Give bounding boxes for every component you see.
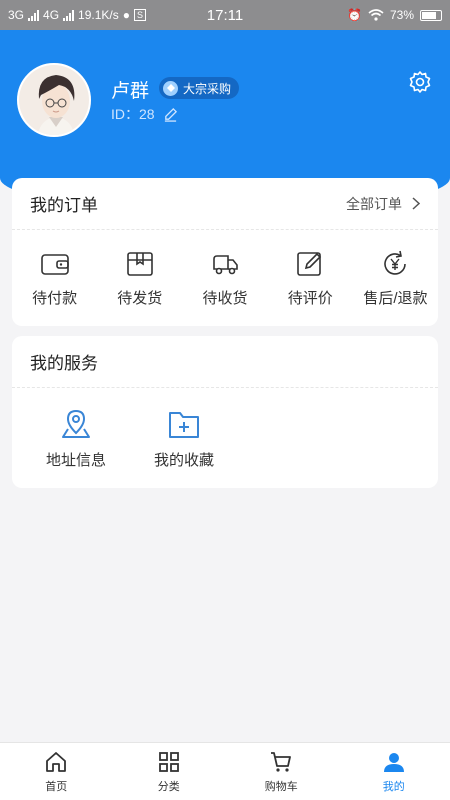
- folder-plus-icon: [169, 411, 199, 438]
- order-pending-shipment[interactable]: 待发货: [97, 249, 182, 308]
- tab-home[interactable]: 首页: [0, 743, 113, 800]
- orders-header: 我的订单 全部订单: [12, 178, 438, 230]
- order-refund[interactable]: 售后/退款: [353, 249, 438, 308]
- tab-category[interactable]: 分类: [113, 743, 226, 800]
- wifi-icon: [368, 9, 384, 21]
- refund-icon: [384, 250, 407, 275]
- order-pending-review[interactable]: 待评价: [268, 249, 353, 308]
- all-orders-link[interactable]: 全部订单: [346, 194, 420, 214]
- badge-label: 大宗采购: [183, 81, 232, 96]
- order-item-label: 售后/退款: [363, 289, 428, 307]
- home-icon: [46, 751, 67, 772]
- network-4g: 4G: [43, 8, 60, 22]
- tab-label: 首页: [45, 780, 68, 793]
- signal-icon: [63, 9, 75, 21]
- chat-icon: ●: [122, 8, 130, 22]
- order-pending-receipt[interactable]: 待收货: [182, 249, 267, 308]
- member-badge: 大宗采购: [159, 77, 240, 99]
- status-right: ⏰ 73%: [347, 8, 442, 22]
- box-icon: [126, 251, 153, 276]
- badge-icon: [163, 80, 178, 96]
- user-name: 卢群: [111, 81, 150, 102]
- orders-card: 我的订单 全部订单 待付款 待发货 待收货 待评价 售后/退款: [12, 178, 438, 326]
- tab-label: 分类: [157, 780, 180, 793]
- alarm-icon: ⏰: [347, 8, 362, 22]
- status-bar: 3G 4G 19.1K/s ● S 17:11 ⏰ 73%: [0, 0, 450, 30]
- order-item-label: 待发货: [117, 289, 163, 307]
- all-orders-label: 全部订单: [346, 195, 402, 212]
- bottom-tab-bar: 首页 分类 购物车 我的: [0, 742, 450, 800]
- cart-icon: [271, 751, 292, 772]
- status-left: 3G 4G 19.1K/s ● S: [8, 8, 347, 22]
- user-id-text: ID：28: [111, 106, 155, 122]
- battery-icon: [420, 9, 442, 21]
- service-favorites[interactable]: 我的收藏: [130, 407, 238, 470]
- tab-label: 我的: [382, 780, 405, 793]
- edit-icon[interactable]: [163, 107, 178, 122]
- order-pending-payment[interactable]: 待付款: [12, 249, 97, 308]
- service-row: 地址信息 我的收藏: [12, 388, 438, 488]
- edit-icon: [297, 251, 322, 276]
- chevron-right-icon: [412, 197, 420, 210]
- grid-icon: [158, 751, 179, 772]
- gear-icon[interactable]: [408, 70, 432, 94]
- battery-percent: 73%: [389, 8, 414, 22]
- services-card: 我的服务 地址信息 我的收藏: [12, 336, 438, 488]
- wallet-icon: [40, 253, 69, 275]
- order-item-label: 待收货: [202, 289, 248, 307]
- services-title: 我的服务: [30, 354, 98, 373]
- orders-title: 我的订单: [30, 196, 98, 215]
- service-item-label: 我的收藏: [153, 451, 214, 469]
- service-address[interactable]: 地址信息: [22, 407, 130, 470]
- services-header: 我的服务: [12, 336, 438, 388]
- location-icon: [62, 409, 90, 438]
- order-status-row: 待付款 待发货 待收货 待评价 售后/退款: [12, 230, 438, 326]
- network-3g: 3G: [8, 8, 25, 22]
- truck-icon: [213, 254, 238, 274]
- avatar-image: [19, 65, 89, 135]
- avatar[interactable]: [17, 63, 91, 137]
- signal-icon: [28, 9, 40, 21]
- tab-label: 购物车: [264, 780, 298, 793]
- order-item-label: 待付款: [32, 289, 78, 307]
- sim-icon: S: [133, 9, 146, 21]
- tab-mine[interactable]: 我的: [338, 743, 450, 800]
- service-item-label: 地址信息: [45, 451, 106, 469]
- user-id: ID：28: [111, 104, 178, 124]
- network-speed: 19.1K/s: [78, 8, 119, 22]
- order-item-label: 待评价: [287, 289, 333, 307]
- tab-cart[interactable]: 购物车: [225, 743, 338, 800]
- user-icon: [383, 752, 404, 772]
